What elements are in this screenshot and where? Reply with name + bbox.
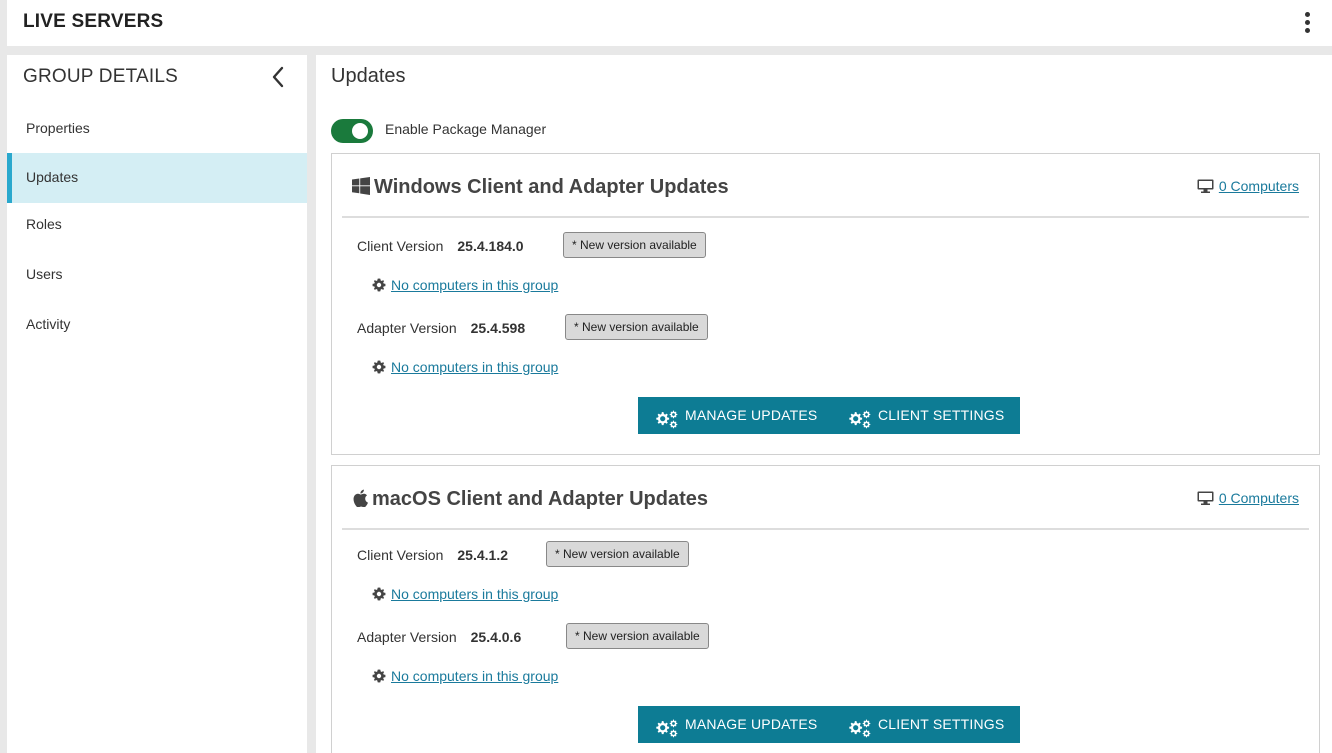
top-bar: LIVE SERVERS [7, 0, 1332, 46]
manage-updates-label: MANAGE UPDATES [685, 407, 818, 423]
sidebar-heading: GROUP DETAILS [23, 66, 178, 87]
windows-computers-link[interactable]: 0 Computers [1197, 178, 1299, 194]
manage-updates-label: MANAGE UPDATES [685, 716, 818, 732]
client-version-label: Client Version [357, 238, 444, 254]
sidebar-item-users[interactable]: Users [7, 250, 307, 300]
adapter-version-label: Adapter Version [357, 320, 457, 336]
macos-updates-card: macOS Client and Adapter Updates 0 Compu… [331, 465, 1320, 753]
no-computers-link[interactable]: No computers in this group [391, 668, 558, 684]
windows-adapter-version-row: Adapter Version 25.4.598 * New version av… [357, 314, 708, 342]
gears-icon [654, 715, 678, 738]
no-computers-link[interactable]: No computers in this group [391, 586, 558, 602]
sidebar-item-properties[interactable]: Properties [7, 104, 307, 154]
macos-computers-link[interactable]: 0 Computers [1197, 490, 1299, 506]
gear-icon [372, 360, 386, 374]
client-settings-button[interactable]: CLIENT SETTINGS [831, 397, 1021, 434]
sidebar-item-updates[interactable]: Updates [7, 153, 307, 203]
package-manager-label: Enable Package Manager [385, 121, 547, 137]
client-settings-button[interactable]: CLIENT SETTINGS [831, 706, 1021, 743]
windows-section-title-text: Windows Client and Adapter Updates [374, 176, 729, 198]
manage-updates-button[interactable]: MANAGE UPDATES [638, 397, 834, 434]
macos-adapter-status-row: No computers in this group [372, 668, 558, 684]
windows-computers-count[interactable]: 0 Computers [1219, 178, 1299, 194]
client-version-label: Client Version [357, 547, 444, 563]
gear-icon [372, 278, 386, 292]
manage-updates-button[interactable]: MANAGE UPDATES [638, 706, 834, 743]
monitor-icon [1197, 179, 1214, 193]
page-title: Updates [331, 65, 406, 87]
windows-client-status-row: No computers in this group [372, 277, 558, 293]
client-version-value: 25.4.184.0 [457, 238, 524, 254]
sidebar-item-roles[interactable]: Roles [7, 200, 307, 250]
gear-icon [372, 587, 386, 601]
windows-section-title: Windows Client and Adapter Updates [352, 176, 729, 199]
windows-adapter-status-row: No computers in this group [372, 359, 558, 375]
sidebar: GROUP DETAILS Properties Updates Roles U… [7, 55, 307, 753]
gear-icon [372, 669, 386, 683]
no-computers-link[interactable]: No computers in this group [391, 359, 558, 375]
macos-computers-count[interactable]: 0 Computers [1219, 490, 1299, 506]
apple-logo-icon [352, 489, 368, 507]
sidebar-item-activity[interactable]: Activity [7, 300, 307, 350]
windows-updates-card: Windows Client and Adapter Updates 0 Com… [331, 153, 1320, 455]
no-computers-link[interactable]: No computers in this group [391, 277, 558, 293]
client-version-value: 25.4.1.2 [457, 547, 508, 563]
page-header-title: LIVE SERVERS [23, 11, 164, 32]
macos-section-title-text: macOS Client and Adapter Updates [372, 488, 708, 510]
new-version-badge: * New version available [565, 314, 708, 340]
new-version-badge: * New version available [546, 541, 689, 567]
gears-icon [847, 715, 871, 738]
macos-section-title: macOS Client and Adapter Updates [352, 488, 708, 511]
chevron-left-icon[interactable] [267, 64, 289, 90]
macos-adapter-version-row: Adapter Version 25.4.0.6 * New version av… [357, 623, 709, 651]
windows-client-version-row: Client Version 25.4.184.0 * New version a… [357, 232, 706, 260]
section-divider [342, 216, 1309, 218]
section-divider [342, 528, 1309, 530]
monitor-icon [1197, 491, 1214, 505]
windows-logo-icon [352, 177, 370, 195]
kebab-menu-icon[interactable] [1298, 10, 1316, 36]
new-version-badge: * New version available [563, 232, 706, 258]
gears-icon [847, 406, 871, 429]
toggle-knob [352, 123, 368, 139]
gears-icon [654, 406, 678, 429]
new-version-badge: * New version available [566, 623, 709, 649]
client-settings-label: CLIENT SETTINGS [878, 407, 1005, 423]
adapter-version-value: 25.4.598 [470, 320, 526, 336]
client-settings-label: CLIENT SETTINGS [878, 716, 1005, 732]
main-content: Updates Enable Package Manager Windows C… [316, 55, 1332, 753]
adapter-version-label: Adapter Version [357, 629, 457, 645]
package-manager-toggle[interactable] [331, 119, 373, 143]
adapter-version-value: 25.4.0.6 [470, 629, 522, 645]
macos-client-version-row: Client Version 25.4.1.2 * New version ava… [357, 541, 689, 569]
macos-client-status-row: No computers in this group [372, 586, 558, 602]
